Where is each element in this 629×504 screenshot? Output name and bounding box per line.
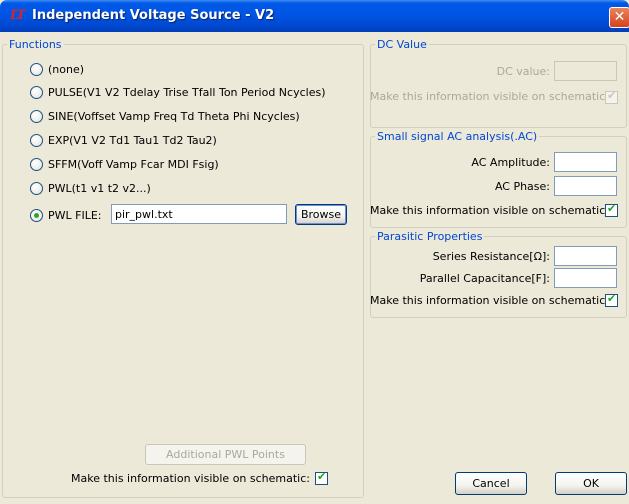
- dialog-body: Functions (none) PULSE(V1 V2 Tdelay Tris…: [0, 32, 629, 504]
- ac-phase-label: AC Phase:: [494, 180, 550, 193]
- radio-pulse[interactable]: PULSE(V1 V2 Tdelay Trise Tfall Ton Perio…: [30, 84, 326, 100]
- radio-sffm[interactable]: SFFM(Voff Vamp Fcar MDI Fsig): [30, 156, 219, 172]
- radio-button[interactable]: [30, 85, 43, 99]
- radio-button[interactable]: [30, 109, 43, 123]
- radio-label: PWL FILE:: [48, 208, 102, 222]
- radio-button-selected[interactable]: [30, 208, 43, 222]
- ac-phase-input[interactable]: [554, 176, 617, 196]
- window-title: Independent Voltage Source - V2: [32, 8, 275, 23]
- radio-button[interactable]: [30, 62, 43, 76]
- radio-exp[interactable]: EXP(V1 V2 Td1 Tau1 Td2 Tau2): [30, 132, 217, 148]
- cancel-button[interactable]: Cancel: [455, 472, 527, 495]
- dc-value-group: DC Value: [370, 38, 627, 128]
- functions-visible-checkbox[interactable]: [315, 470, 328, 485]
- series-resistance-label: Series Resistance[Ω]:: [432, 250, 550, 263]
- dc-value-label: DC value:: [496, 65, 550, 78]
- parallel-capacitance-input[interactable]: [554, 268, 617, 288]
- ac-analysis-legend: Small signal AC analysis(.AC): [377, 130, 538, 143]
- radio-button[interactable]: [30, 157, 43, 171]
- functions-legend: Functions: [9, 38, 62, 51]
- parallel-capacitance-label: Parallel Capacitance[F]:: [419, 272, 550, 285]
- ltspice-logo-icon: LT: [10, 8, 26, 23]
- radio-label: SFFM(Voff Vamp Fcar MDI Fsig): [48, 157, 219, 171]
- functions-visible-label: Make this information visible on schemat…: [71, 472, 310, 485]
- pwl-file-input[interactable]: [111, 204, 287, 224]
- parasitic-legend: Parasitic Properties: [377, 230, 483, 243]
- radio-label: PWL(t1 v1 t2 v2...): [48, 181, 151, 195]
- close-button[interactable]: ✕: [609, 7, 629, 28]
- dc-value-legend: DC Value: [377, 38, 427, 51]
- browse-button[interactable]: Browse: [295, 204, 347, 225]
- radio-label: EXP(V1 V2 Td1 Tau1 Td2 Tau2): [48, 133, 217, 147]
- ac-amplitude-label: AC Amplitude:: [471, 156, 550, 169]
- radio-label: SINE(Voffset Vamp Freq Td Theta Phi Ncyc…: [48, 109, 300, 123]
- ok-button[interactable]: OK: [555, 472, 627, 495]
- parasitic-visible-checkbox[interactable]: [605, 292, 618, 307]
- dc-visible-label: Make this information visible on schemat…: [370, 90, 609, 103]
- ac-amplitude-input[interactable]: [554, 152, 617, 172]
- dc-value-input[interactable]: [554, 61, 617, 81]
- radio-label: (none): [48, 62, 85, 76]
- functions-group: Functions: [2, 38, 364, 498]
- radio-button[interactable]: [30, 133, 43, 147]
- radio-pwl[interactable]: PWL(t1 v1 t2 v2...): [30, 180, 151, 196]
- ac-visible-label: Make this information visible on schemat…: [370, 204, 609, 217]
- close-icon: ✕: [613, 9, 626, 25]
- radio-none[interactable]: (none): [30, 61, 84, 77]
- radio-sine[interactable]: SINE(Voffset Vamp Freq Td Theta Phi Ncyc…: [30, 108, 300, 124]
- dc-visible-checkbox[interactable]: [605, 89, 618, 104]
- radio-button[interactable]: [30, 181, 43, 195]
- ac-visible-checkbox[interactable]: [605, 202, 618, 217]
- radio-label: PULSE(V1 V2 Tdelay Trise Tfall Ton Perio…: [48, 85, 326, 99]
- additional-pwl-points-button[interactable]: Additional PWL Points: [145, 444, 306, 465]
- radio-pwl-file[interactable]: PWL FILE:: [30, 207, 102, 223]
- parasitic-visible-label: Make this information visible on schemat…: [370, 294, 609, 307]
- title-bar[interactable]: LT Independent Voltage Source - V2 ✕: [0, 0, 629, 32]
- series-resistance-input[interactable]: [554, 246, 617, 266]
